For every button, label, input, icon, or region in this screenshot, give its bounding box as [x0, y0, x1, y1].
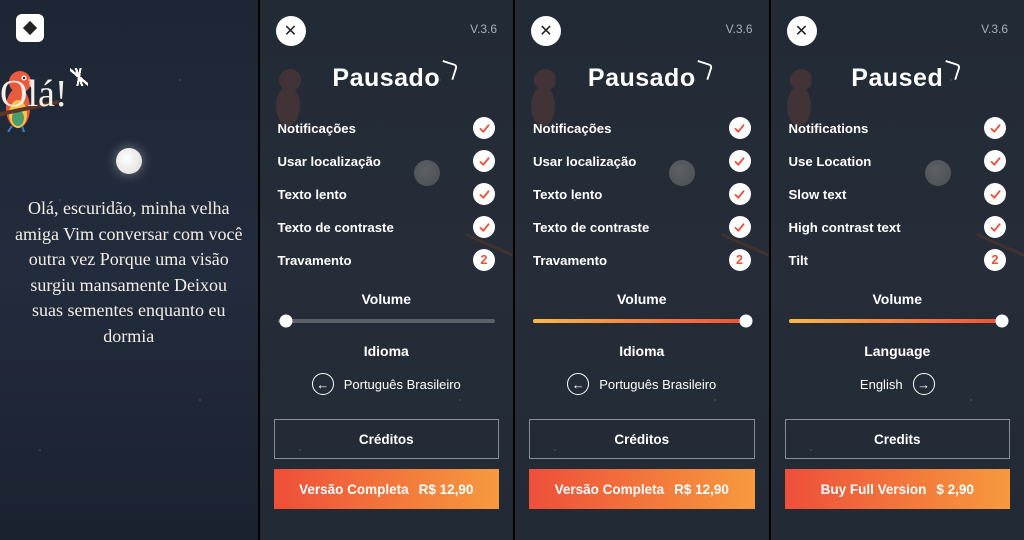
paused-title: Paused	[851, 64, 943, 93]
version-label: V.3.6	[726, 22, 753, 36]
paused-title: Pausado	[332, 64, 440, 93]
close-button[interactable]: ✕	[787, 16, 817, 46]
poem-text: Olá, escuridão, minha velha amiga Vim co…	[14, 196, 244, 349]
story-screen: Olá! Olá, escuridão, minha velha amiga V…	[0, 0, 258, 540]
settings-screen: ✕V.3.6PausadoNotificaçõesUsar localizaçã…	[515, 0, 769, 540]
close-button[interactable]: ✕	[531, 16, 561, 46]
moon-bg	[669, 160, 695, 186]
settings-screen: ✕V.3.6PausedNotificationsUse LocationSlo…	[771, 0, 1024, 540]
slider-thumb[interactable]	[280, 315, 293, 328]
version-label: V.3.6	[981, 22, 1008, 36]
home-button[interactable]	[16, 14, 44, 42]
moon-illustration	[116, 148, 142, 174]
volume-slider[interactable]	[789, 319, 1007, 323]
volume-slider[interactable]	[533, 319, 751, 323]
settings-screen: ✕V.3.6PausadoNotificaçõesUsar localizaçã…	[260, 0, 514, 540]
version-label: V.3.6	[470, 22, 497, 36]
close-button[interactable]: ✕	[276, 16, 306, 46]
greeting-title: Olá!	[0, 72, 68, 116]
parrot-bg	[521, 60, 575, 130]
moon-bg	[414, 160, 440, 186]
parrot-bg	[266, 60, 320, 130]
slider-thumb[interactable]	[995, 315, 1008, 328]
moon-bg	[925, 160, 951, 186]
paused-title: Pausado	[588, 64, 696, 93]
slider-thumb[interactable]	[740, 315, 753, 328]
parrot-bg	[777, 60, 831, 130]
volume-slider[interactable]	[278, 319, 496, 323]
